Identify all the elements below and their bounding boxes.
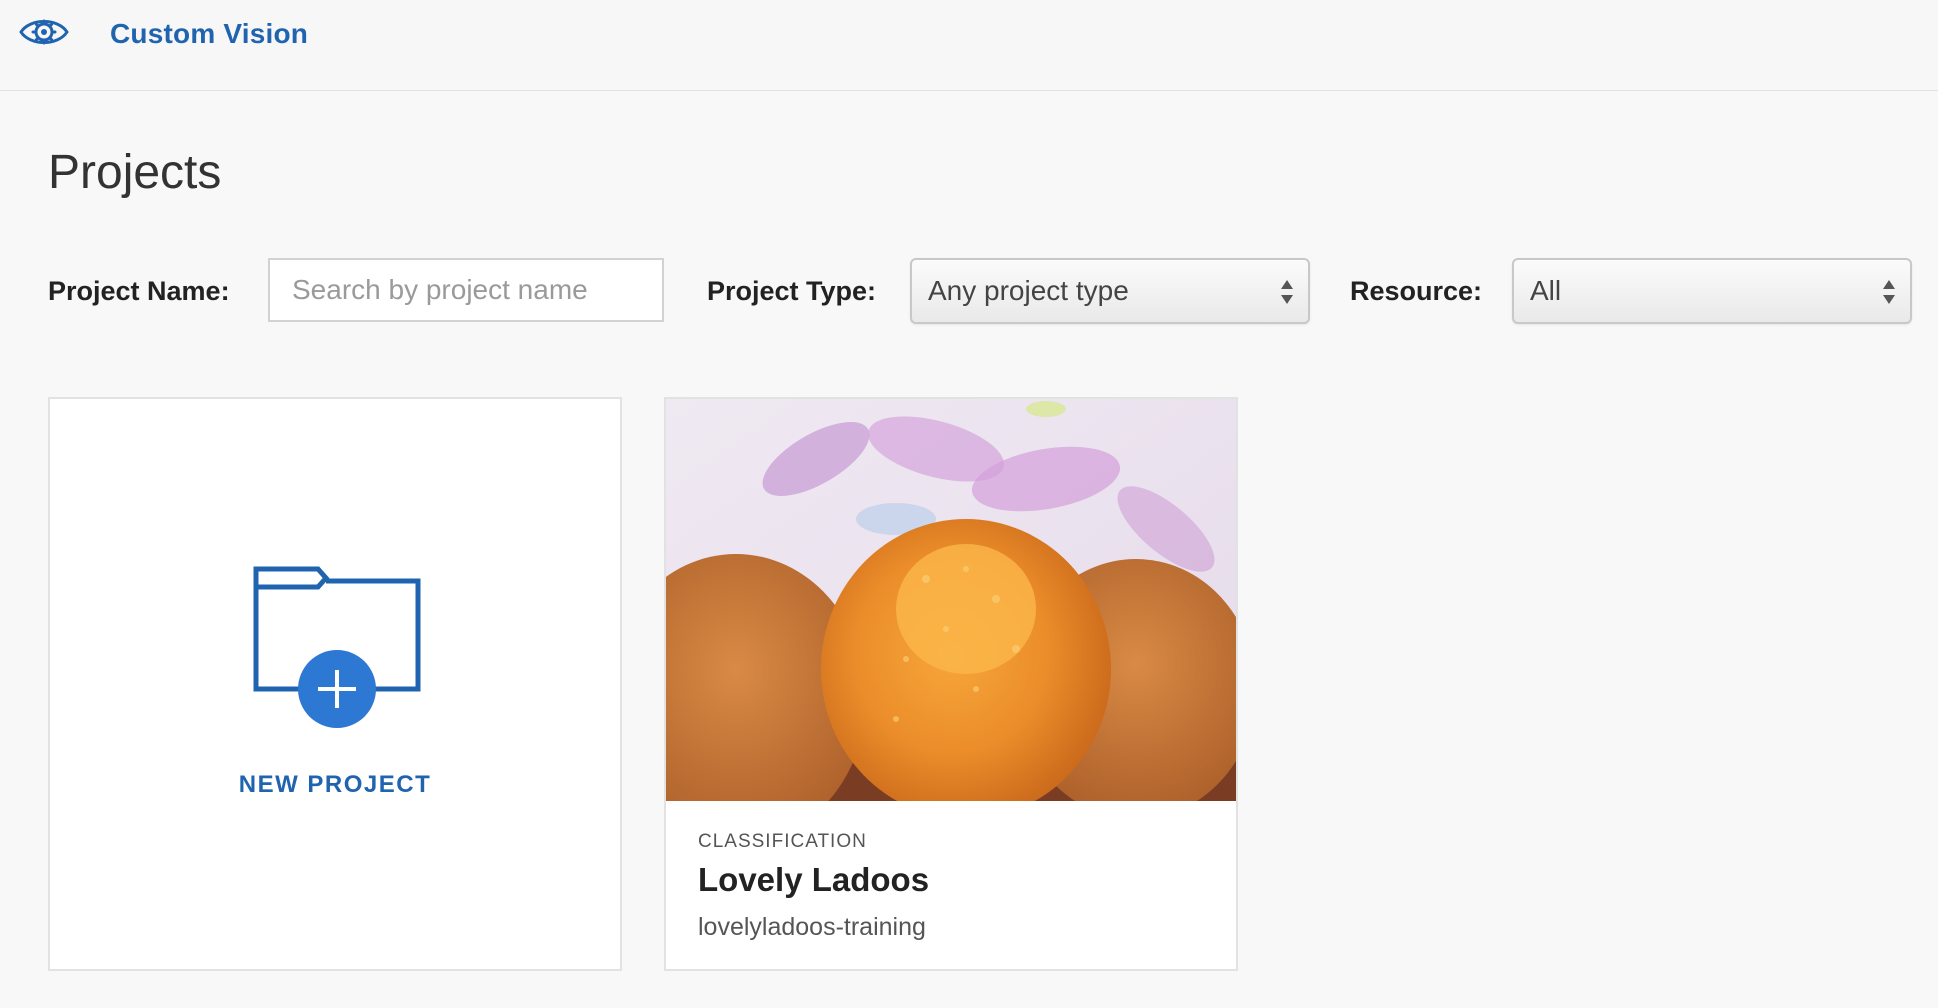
app-brand-link[interactable]: Custom Vision [110, 18, 308, 50]
top-bar: Custom Vision [0, 0, 1938, 91]
project-type-select[interactable]: Any project type [910, 258, 1310, 324]
project-resource: lovelyladoos-training [698, 913, 926, 941]
resource-selected: All [1530, 275, 1562, 306]
resource-select[interactable]: All [1512, 258, 1912, 324]
project-type-label: CLASSIFICATION [698, 831, 867, 852]
project-type-selected: Any project type [928, 275, 1129, 306]
select-arrows-icon [1281, 280, 1293, 304]
project-name-label: Project Name: [48, 276, 230, 306]
select-arrows-icon [1883, 280, 1895, 304]
eye-gear-icon[interactable] [18, 12, 70, 52]
project-name: Lovely Ladoos [698, 861, 930, 898]
folder-add-icon [253, 566, 421, 728]
page-title: Projects [48, 146, 222, 199]
new-project-label: NEW PROJECT [238, 771, 432, 798]
project-type-label: Project Type: [707, 276, 877, 306]
project-card[interactable]: CLASSIFICATION Lovely Ladoos lovelyladoo… [664, 397, 1238, 971]
project-name-search-input[interactable] [268, 258, 664, 322]
resource-label: Resource: [1350, 276, 1483, 306]
ladoo-photo [666, 399, 1236, 801]
project-thumbnail [666, 399, 1236, 801]
new-project-card[interactable]: NEW PROJECT [48, 397, 622, 971]
